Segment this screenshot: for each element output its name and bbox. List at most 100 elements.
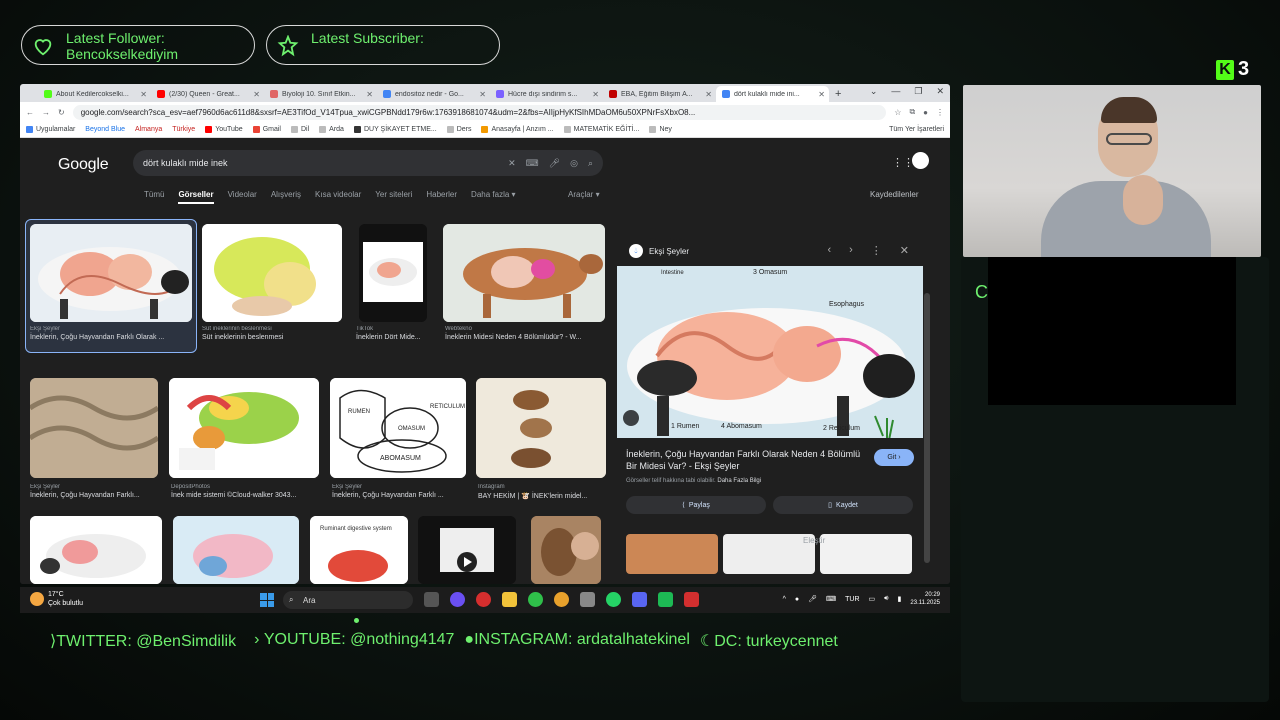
app-icon[interactable] (450, 592, 465, 607)
tools-button[interactable]: Araçlar ▾ (568, 190, 600, 199)
bookmark-item[interactable]: Anasayfa | Anzım ... (481, 126, 554, 133)
result-image[interactable] (531, 516, 601, 584)
save-button[interactable]: ▯ Kaydet (773, 496, 913, 514)
reload-icon[interactable]: ↻ (58, 108, 65, 117)
result-caption[interactable]: Ekşi Şeyler İneklerin, Çoğu Hayvandan Far… (332, 484, 468, 499)
bookmark-item[interactable]: DUY ŞİKAYET ETME... (353, 126, 437, 133)
preview-source[interactable]: 💧︎ Ekşi Şeyler (629, 244, 689, 258)
result-caption[interactable]: Instagram BAY HEKİM | 🐮 İNEK'lerin midel.… (478, 484, 608, 500)
result-caption[interactable]: TikTok İneklerin Dört Mide... (356, 326, 434, 341)
more-icon[interactable]: ⋮ (871, 244, 882, 257)
bookmark-item[interactable]: Beyond Blue (85, 126, 125, 133)
task-view-icon[interactable] (424, 592, 439, 607)
bookmark-folder[interactable]: Ney (649, 126, 672, 133)
more-info-link[interactable]: Daha Fazla Bilgi (717, 478, 761, 484)
extensions-icon[interactable]: ⧉ (909, 107, 915, 117)
back-icon[interactable]: ← (26, 108, 34, 117)
tab-images[interactable]: Görseller (178, 190, 214, 204)
result-video[interactable] (418, 516, 516, 584)
bookmark-folder[interactable]: MATEMATİK EĞİTİ... (563, 126, 639, 133)
url-input[interactable]: google.com/search?sca_esv=aef7960d6ac611… (72, 104, 887, 120)
menu-icon[interactable]: ⋮ (936, 108, 944, 117)
app-icon[interactable] (658, 592, 673, 607)
maximize-icon[interactable]: ❐ (914, 86, 922, 97)
chrome-icon[interactable] (554, 592, 569, 607)
line-icon[interactable] (528, 592, 543, 607)
browser-tab-active[interactable]: dört kulaklı mide ini... ✕ (716, 86, 829, 102)
minimize-icon[interactable]: — (891, 86, 900, 97)
result-image[interactable] (202, 224, 342, 322)
chevron-up-icon[interactable]: ^ (783, 596, 786, 603)
search-icon[interactable]: ⌕ (588, 158, 593, 169)
share-button[interactable]: ⟨ Paylaş (626, 496, 766, 514)
bookmark-folder[interactable]: Dil (290, 126, 309, 133)
result-caption[interactable]: Ekşi Şeyler İneklerin, Çoğu Hayvandan Far… (30, 484, 160, 499)
app-icon[interactable] (580, 592, 595, 607)
all-bookmarks[interactable]: Tüm Yer İşaretleri (889, 126, 944, 133)
bookmark-item[interactable]: Gmail (252, 126, 281, 133)
whatsapp-icon[interactable] (606, 592, 621, 607)
close-icon[interactable]: ✕ (936, 86, 944, 97)
avatar[interactable] (912, 152, 929, 169)
keyboard-icon[interactable]: ⌨ (526, 158, 539, 169)
result-caption[interactable]: Ekşi Şeyler İneklerin, Çoğu Hayvandan Far… (30, 326, 195, 341)
apps-grid-icon[interactable]: ⋮⋮ (892, 156, 914, 169)
start-button[interactable] (260, 593, 274, 607)
result-caption[interactable]: Webtekno İneklerin Midesi Neden 4 Bölümlü… (445, 326, 607, 341)
search-input[interactable]: dört kulaklı mide inek ✕ ⌨ 🎤︎ ◎ ⌕ (133, 150, 603, 176)
mic-icon[interactable]: 🎤︎ (808, 595, 817, 603)
volume-icon[interactable]: 🔊︎ (884, 595, 888, 603)
forward-icon[interactable]: → (42, 108, 50, 117)
tab-all[interactable]: Tümü (144, 190, 164, 204)
clock[interactable]: 20:29 23.11.2025 (910, 591, 940, 607)
mic-icon[interactable]: 🎤︎ (549, 158, 560, 169)
tab-places[interactable]: Yer siteleri (375, 190, 412, 204)
star-bookmark-icon[interactable]: ☆ (894, 108, 901, 117)
tab-videos[interactable]: Videolar (228, 190, 257, 204)
related-image[interactable] (626, 534, 718, 574)
bookmark-item[interactable]: Almanya (135, 126, 162, 133)
lens-icon[interactable]: ◎ (570, 158, 578, 169)
clear-icon[interactable]: ✕ (508, 158, 516, 169)
browser-tab[interactable]: EBA, Eğitim Bilişim A... ✕ (603, 86, 716, 102)
close-preview-icon[interactable]: ✕ (900, 244, 909, 257)
bookmark-folder[interactable]: Ders (446, 126, 471, 133)
result-image[interactable] (359, 224, 427, 322)
next-icon[interactable]: › (849, 244, 853, 257)
tray-icon[interactable]: ● (795, 596, 799, 603)
chevron-down-icon[interactable]: ⌄ (870, 86, 878, 97)
discord-icon[interactable] (632, 592, 647, 607)
weather-widget[interactable]: 17°C Çok bulutlu (30, 590, 83, 608)
result-image[interactable] (173, 516, 299, 584)
tab-news[interactable]: Haberler (426, 190, 457, 204)
battery-icon[interactable]: ▮ (898, 595, 902, 603)
related-image[interactable] (820, 534, 912, 574)
preview-image[interactable]: Intestine 3 Omasum Esophagus 1 Rumen 4 A… (617, 266, 923, 441)
file-explorer-icon[interactable] (502, 592, 517, 607)
keyboard-icon[interactable]: ⌨ (826, 595, 836, 603)
browser-tab[interactable]: endositoz nedir - Go... ✕ (377, 86, 490, 102)
result-image[interactable] (30, 224, 192, 322)
saved-button[interactable]: Kaydedilenler (870, 190, 918, 199)
feedback-link[interactable]: Eleştir (803, 536, 825, 545)
taskbar-search[interactable]: ⌕ Ara (283, 591, 413, 609)
result-image[interactable] (30, 378, 158, 478)
prev-icon[interactable]: ‹ (827, 244, 831, 257)
profile-icon[interactable]: ● (923, 108, 928, 117)
scrollbar[interactable] (924, 293, 930, 563)
pdf-icon[interactable] (684, 592, 699, 607)
result-image[interactable] (169, 378, 319, 478)
browser-tab[interactable]: About Kedilercokselki... ✕ (38, 86, 151, 102)
result-caption[interactable]: Süt ineklerinin beslenmesi Süt ineklerini… (202, 326, 342, 341)
browser-tab[interactable]: Biyoloji 10. Sınıf Etkin... ✕ (264, 86, 377, 102)
result-image[interactable] (476, 378, 606, 478)
result-image[interactable]: Ruminant digestive system (310, 516, 408, 584)
google-logo[interactable]: Google (58, 156, 109, 174)
go-button[interactable]: Git › (874, 449, 914, 466)
tab-shopping[interactable]: Alışveriş (271, 190, 301, 204)
preview-title[interactable]: İneklerin, Çoğu Hayvandan Farklı Olarak … (626, 448, 866, 472)
tab-more[interactable]: Daha fazla ▾ (471, 190, 515, 204)
result-image[interactable]: RUMEN OMASUM ABOMASUM RETICULUM (330, 378, 466, 478)
result-image[interactable] (443, 224, 605, 322)
browser-tab[interactable]: (2/30) Queen - Great... ✕ (151, 86, 264, 102)
